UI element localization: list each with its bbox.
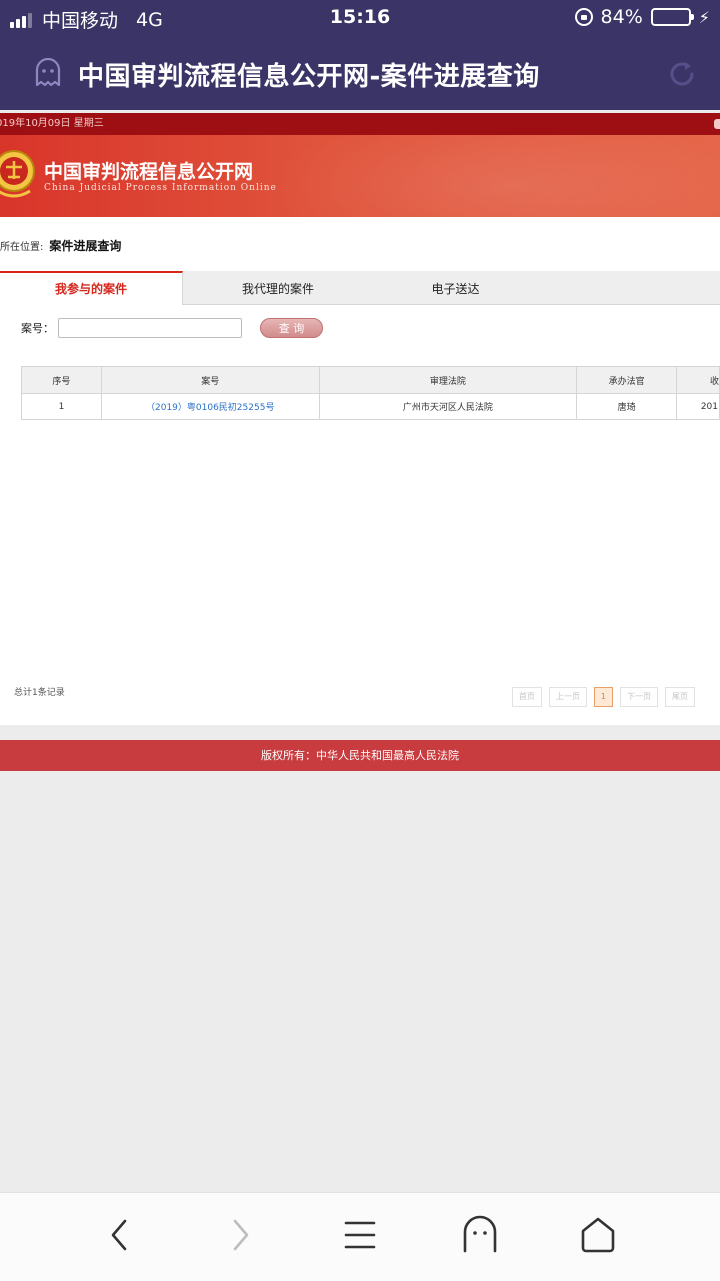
user-icon[interactable] (714, 119, 720, 129)
table-row: 1 （2019）粤0106民初25255号 广州市天河区人民法院 唐琦 201 (21, 393, 720, 420)
col-header-index: 序号 (21, 366, 102, 394)
prev-page-button[interactable]: 上一页 (548, 687, 587, 707)
current-page[interactable]: 1 (593, 687, 613, 707)
tab-e-delivery[interactable]: 电子送达 (373, 271, 538, 304)
breadcrumb: 所在位置: 案件进展查询 (0, 237, 121, 254)
case-number-label: 案号： (21, 322, 54, 335)
app-title: 中国审判流程信息公开网-案件进展查询 (78, 62, 540, 92)
ghost-icon[interactable] (34, 58, 62, 88)
refresh-icon[interactable] (666, 58, 698, 90)
case-table: 序号 案号 审理法院 承办法官 收 1 （2019）粤0106民初25255号 … (21, 366, 720, 420)
search-form: 案号： 查 询 (21, 318, 323, 338)
charging-icon: ⚡ (698, 7, 710, 27)
cell-judge: 唐琦 (576, 393, 677, 420)
search-button[interactable]: 查 询 (260, 318, 323, 338)
cell-court: 广州市天河区人民法院 (318, 393, 578, 420)
pagination: 首页 上一页 1 下一页 尾页 (511, 687, 695, 707)
last-page-button[interactable]: 尾页 (665, 687, 695, 707)
home-icon[interactable] (578, 1215, 618, 1255)
breadcrumb-current: 案件进展查询 (49, 239, 122, 253)
app-title-bar: 中国审判流程信息公开网-案件进展查询 (0, 36, 720, 110)
breadcrumb-prefix: 所在位置: (0, 242, 44, 253)
status-bar: 中国移动 4G 15:16 84% ⚡ (0, 0, 720, 36)
site-title-cn: 中国审判流程信息公开网 (44, 161, 254, 183)
tab-agent-cases[interactable]: 我代理的案件 (183, 271, 373, 304)
tab-my-cases[interactable]: 我参与的案件 (0, 271, 183, 305)
ghost-tab-icon[interactable] (460, 1215, 500, 1255)
tab-bar: 我参与的案件 我代理的案件 电子送达 (0, 271, 720, 305)
browser-nav-bar (0, 1192, 720, 1281)
forward-icon[interactable] (220, 1215, 260, 1255)
cell-received: 201 (676, 393, 720, 420)
status-right: 84% ⚡ (574, 6, 710, 28)
cell-index: 1 (21, 393, 102, 420)
back-icon[interactable] (100, 1215, 140, 1255)
col-header-judge: 承办法官 (576, 366, 677, 394)
table-header-row: 序号 案号 审理法院 承办法官 收 (21, 366, 720, 394)
case-number-link[interactable]: （2019）粤0106民初25255号 (100, 393, 320, 420)
first-page-button[interactable]: 首页 (511, 687, 542, 707)
current-date: 019年10月09日 星期三 (0, 118, 104, 129)
battery-percent: 84% (600, 6, 643, 28)
col-header-case-number: 案号 (100, 366, 320, 394)
site-banner: 中国审判流程信息公开网 China Judicial Process Infor… (0, 135, 720, 217)
site-title-en: China Judicial Process Information Onlin… (44, 183, 277, 193)
court-emblem-icon (0, 150, 35, 198)
next-page-button[interactable]: 下一页 (620, 687, 658, 707)
date-bar: 019年10月09日 星期三 (0, 113, 720, 135)
site-footer: 版权所有：中华人民共和国最高人民法院 (0, 740, 720, 771)
rotation-lock-icon (574, 8, 593, 26)
menu-icon[interactable] (340, 1215, 380, 1255)
case-number-input[interactable] (58, 318, 242, 338)
col-header-received: 收 (676, 366, 720, 394)
record-count: 总计1条记录 (14, 688, 65, 698)
col-header-court: 审理法院 (318, 366, 578, 394)
battery-icon (650, 8, 694, 26)
main-content: 所在位置: 案件进展查询 我参与的案件 我代理的案件 电子送达 案号： 查 询 序… (0, 217, 720, 725)
